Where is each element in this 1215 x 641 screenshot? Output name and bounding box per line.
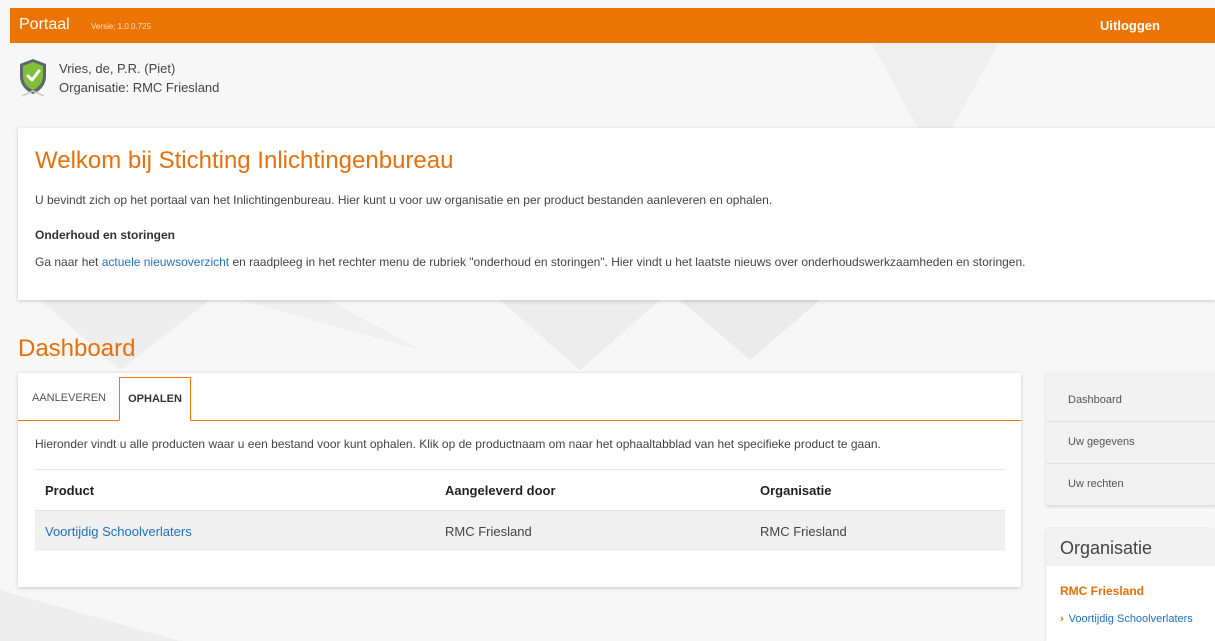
sidebar-item-uw-gegevens[interactable]: Uw gegevens <box>1046 421 1215 464</box>
tab-aanleveren[interactable]: AANLEVEREN <box>32 377 106 419</box>
welcome-panel: Welkom bij Stichting Inlichtingenbureau … <box>18 128 1215 300</box>
table-header-row: Product Aangeleverd door Organisatie <box>35 469 1005 511</box>
organisation-product-link[interactable]: Voortijdig Schoolverlaters <box>1069 613 1193 625</box>
sidebar-item-uw-rechten[interactable]: Uw rechten <box>1046 463 1215 506</box>
organisation-cell: RMC Friesland <box>750 510 1005 551</box>
organisation-box-header: Organisatie <box>1046 528 1215 566</box>
news-suffix: en raadpleeg in het rechter menu de rubr… <box>229 255 1026 269</box>
product-cell: Voortijdig Schoolverlaters <box>35 510 435 551</box>
organisation-box: Organisatie RMC Friesland › Voortijdig Sc… <box>1046 528 1215 641</box>
news-overview-link[interactable]: actuele nieuwsoverzicht <box>102 255 229 269</box>
chevron-right-icon: › <box>1060 613 1064 625</box>
tab-ophalen[interactable]: OPHALEN <box>119 377 191 421</box>
shield-check-icon <box>20 59 46 97</box>
products-description: Hieronder vindt u alle producten waar u … <box>35 437 881 451</box>
top-bar: Portaal Versie: 1.0.0.725 Uitloggen <box>10 8 1215 43</box>
sidebar-item-dashboard[interactable]: Dashboard <box>1046 379 1215 422</box>
organisation-heading: Organisatie <box>1060 538 1153 558</box>
table-row: Voortijdig Schoolverlaters RMC Friesland… <box>35 510 1005 551</box>
column-header-delivered-by: Aangeleverd door <box>435 469 750 511</box>
news-prefix: Ga naar het <box>35 255 102 269</box>
delivered-by-cell: RMC Friesland <box>435 510 750 551</box>
user-name: Vries, de, P.R. (Piet) <box>59 61 176 76</box>
organisation-name: RMC Friesland <box>1060 584 1145 598</box>
column-header-organisation: Organisatie <box>750 469 1005 511</box>
maintenance-heading: Onderhoud en storingen <box>35 228 175 242</box>
user-info: Vries, de, P.R. (Piet) Organisatie: RMC … <box>18 58 418 108</box>
version-label: Versie: 1.0.0.725 <box>91 22 152 31</box>
sidebar-nav: Dashboard Uw gegevens Uw rechten <box>1046 372 1215 506</box>
logout-button[interactable]: Uitloggen <box>1100 18 1160 33</box>
organisation-product-item[interactable]: › Voortijdig Schoolverlaters <box>1060 613 1193 625</box>
news-paragraph: Ga naar het actuele nieuwsoverzicht en r… <box>35 255 1025 269</box>
products-table: Product Aangeleverd door Organisatie Voo… <box>35 469 1005 551</box>
tab-bar: AANLEVEREN OPHALEN <box>18 373 1021 421</box>
dashboard-panel: AANLEVEREN OPHALEN Hieronder vindt u all… <box>18 373 1021 587</box>
welcome-title: Welkom bij Stichting Inlichtingenbureau <box>35 147 454 174</box>
user-organisation: Organisatie: RMC Friesland <box>59 80 220 95</box>
app-title: Portaal <box>19 16 70 33</box>
column-header-product: Product <box>35 469 435 511</box>
dashboard-title: Dashboard <box>18 335 136 362</box>
welcome-intro: U bevindt zich op het portaal van het In… <box>35 193 773 207</box>
product-link[interactable]: Voortijdig Schoolverlaters <box>45 524 192 539</box>
